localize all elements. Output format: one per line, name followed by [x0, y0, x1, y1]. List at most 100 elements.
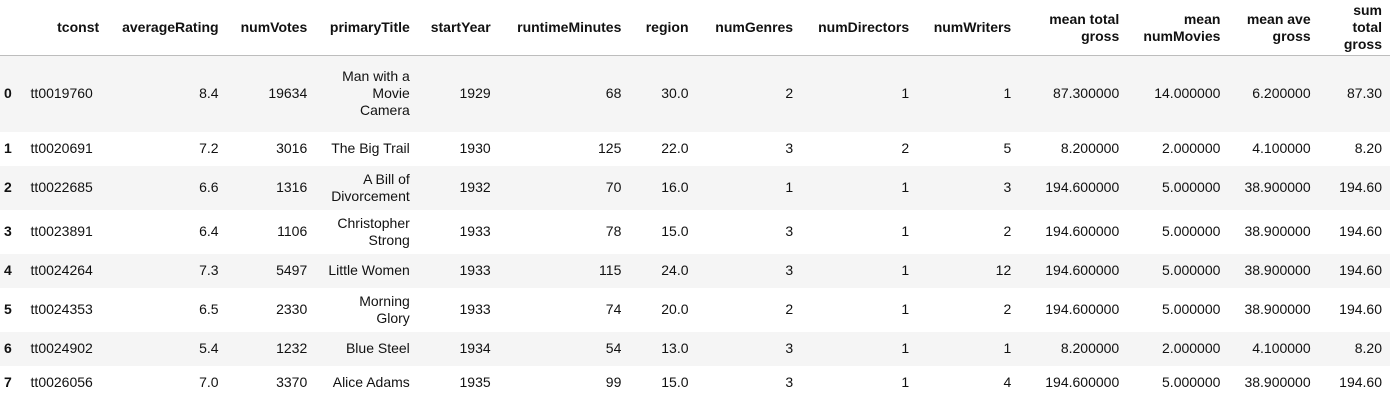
column-header-startyear: startYear: [417, 0, 499, 56]
cell-region: 24.0: [661, 262, 689, 278]
cell-sum-total-gross: 8.20: [1354, 140, 1382, 156]
cell-mean-ave-gross: 38.900000: [1244, 262, 1311, 278]
cell-numgenres: 3: [785, 223, 794, 239]
cell-mean-ave-gross: 4.100000: [1252, 140, 1311, 156]
cell-tconst: tt0024353: [30, 301, 93, 317]
row-index: 2: [4, 179, 12, 195]
cell-sum-total-gross: 194.60: [1339, 374, 1382, 390]
cell-numvotes: 2330: [276, 301, 308, 317]
cell-mean-ave-gross: 4.100000: [1252, 340, 1311, 356]
cell-region: 20.0: [661, 301, 689, 317]
cell-mean-ave-gross: 38.900000: [1244, 301, 1311, 317]
cell-mean-total-gross: 87.300000: [1053, 85, 1120, 102]
cell-runtimeminutes: 54: [605, 340, 622, 356]
cell-tconst: tt0024264: [30, 262, 93, 278]
cell-primarytitle: Little Women: [328, 262, 410, 278]
cell-startyear: 1933: [459, 223, 491, 239]
cell-primarytitle: A Bill of Divorcement: [331, 170, 410, 204]
cell-numwriters: 12: [995, 262, 1012, 278]
cell-mean-nummovies: 5.000000: [1162, 179, 1221, 195]
cell-startyear: 1932: [459, 179, 491, 195]
cell-numdirectors: 1: [901, 85, 910, 102]
table-row: 5 tt0024353 6.5 2330 Morning Glory 1933 …: [0, 287, 1390, 332]
cell-runtimeminutes: 74: [605, 301, 622, 317]
cell-sum-total-gross: 194.60: [1339, 223, 1382, 239]
cell-numdirectors: 2: [901, 140, 910, 156]
cell-mean-total-gross: 194.600000: [1045, 301, 1120, 317]
cell-tconst: tt0026056: [30, 374, 93, 390]
cell-mean-total-gross: 194.600000: [1045, 374, 1120, 390]
cell-mean-nummovies: 5.000000: [1162, 374, 1221, 390]
cell-sum-total-gross: 87.30: [1346, 85, 1382, 102]
dataframe-table: tconst averageRating numVotes primaryTit…: [0, 0, 1390, 400]
table-row: 0 tt0019760 8.4 19634 Man with a Movie C…: [0, 55, 1390, 132]
column-header-mean-ave-gross: mean ave gross: [1228, 0, 1319, 56]
cell-mean-nummovies: 5.000000: [1162, 262, 1221, 278]
cell-primarytitle: Blue Steel: [345, 340, 410, 356]
row-index: 0: [4, 85, 12, 102]
column-header-mean-nummovies: mean numMovies: [1127, 0, 1229, 56]
table-row: 4 tt0024264 7.3 5497 Little Women 1933 1…: [0, 253, 1390, 288]
cell-mean-ave-gross: 6.200000: [1252, 85, 1311, 102]
column-header-numgenres: numGenres: [696, 0, 802, 56]
cell-numdirectors: 1: [901, 340, 910, 356]
cell-runtimeminutes: 115: [599, 262, 622, 278]
cell-averagerating: 5.4: [199, 340, 219, 356]
column-header-mean-total-gross: mean total gross: [1019, 0, 1128, 56]
cell-sum-total-gross: 194.60: [1339, 301, 1382, 317]
cell-numdirectors: 1: [901, 223, 910, 239]
cell-averagerating: 6.4: [199, 223, 219, 239]
dataframe-output: tconst averageRating numVotes primaryTit…: [0, 0, 1390, 413]
cell-averagerating: 8.4: [199, 85, 219, 102]
cell-region: 30.0: [661, 85, 689, 102]
cell-numwriters: 2: [1003, 223, 1012, 239]
cell-numvotes: 3016: [276, 140, 308, 156]
cell-mean-nummovies: 5.000000: [1162, 301, 1221, 317]
cell-averagerating: 6.5: [199, 301, 219, 317]
cell-primarytitle: Alice Adams: [332, 374, 410, 390]
column-header-region: region: [629, 0, 697, 56]
cell-mean-nummovies: 2.000000: [1162, 340, 1221, 356]
cell-primarytitle: Christopher Strong: [337, 214, 410, 248]
cell-runtimeminutes: 125: [598, 140, 622, 156]
cell-region: 13.0: [661, 340, 689, 356]
cell-tconst: tt0020691: [30, 140, 93, 156]
cell-region: 15.0: [661, 374, 689, 390]
cell-runtimeminutes: 70: [605, 179, 622, 195]
cell-numwriters: 1: [1003, 340, 1012, 356]
cell-tconst: tt0022685: [30, 179, 93, 195]
cell-runtimeminutes: 78: [605, 223, 622, 239]
header-row: tconst averageRating numVotes primaryTit…: [0, 0, 1390, 56]
row-index: 3: [4, 223, 12, 239]
column-header-primarytitle: primaryTitle: [315, 0, 418, 56]
cell-tconst: tt0019760: [30, 85, 93, 102]
cell-mean-ave-gross: 38.900000: [1244, 223, 1311, 239]
cell-tconst: tt0023891: [30, 223, 93, 239]
cell-numgenres: 2: [785, 301, 794, 317]
cell-numvotes: 3370: [276, 374, 308, 390]
row-index: 4: [4, 262, 12, 278]
column-header-index: [0, 0, 23, 56]
cell-numdirectors: 1: [901, 179, 910, 195]
cell-mean-total-gross: 194.600000: [1045, 179, 1120, 195]
cell-numwriters: 5: [1003, 140, 1012, 156]
cell-numgenres: 3: [785, 140, 794, 156]
cell-mean-ave-gross: 38.900000: [1244, 179, 1311, 195]
column-header-runtimeminutes: runtimeMinutes: [498, 0, 630, 56]
cell-startyear: 1935: [459, 374, 491, 390]
table-row: 6 tt0024902 5.4 1232 Blue Steel 1934 54 …: [0, 331, 1390, 366]
row-index: 6: [4, 340, 12, 356]
cell-runtimeminutes: 68: [605, 85, 622, 102]
cell-numwriters: 2: [1003, 301, 1012, 317]
cell-region: 16.0: [661, 179, 689, 195]
cell-numvotes: 1232: [276, 340, 308, 356]
column-header-averagerating: averageRating: [107, 0, 227, 56]
cell-averagerating: 6.6: [199, 179, 219, 195]
table-row: 7 tt0026056 7.0 3370 Alice Adams 1935 99…: [0, 365, 1390, 400]
cell-numgenres: 3: [785, 262, 794, 278]
cell-sum-total-gross: 8.20: [1354, 340, 1382, 356]
cell-numgenres: 3: [785, 374, 794, 390]
cell-primarytitle: The Big Trail: [331, 140, 410, 156]
cell-averagerating: 7.3: [199, 262, 219, 278]
cell-primarytitle: Man with a Movie Camera: [342, 68, 410, 119]
